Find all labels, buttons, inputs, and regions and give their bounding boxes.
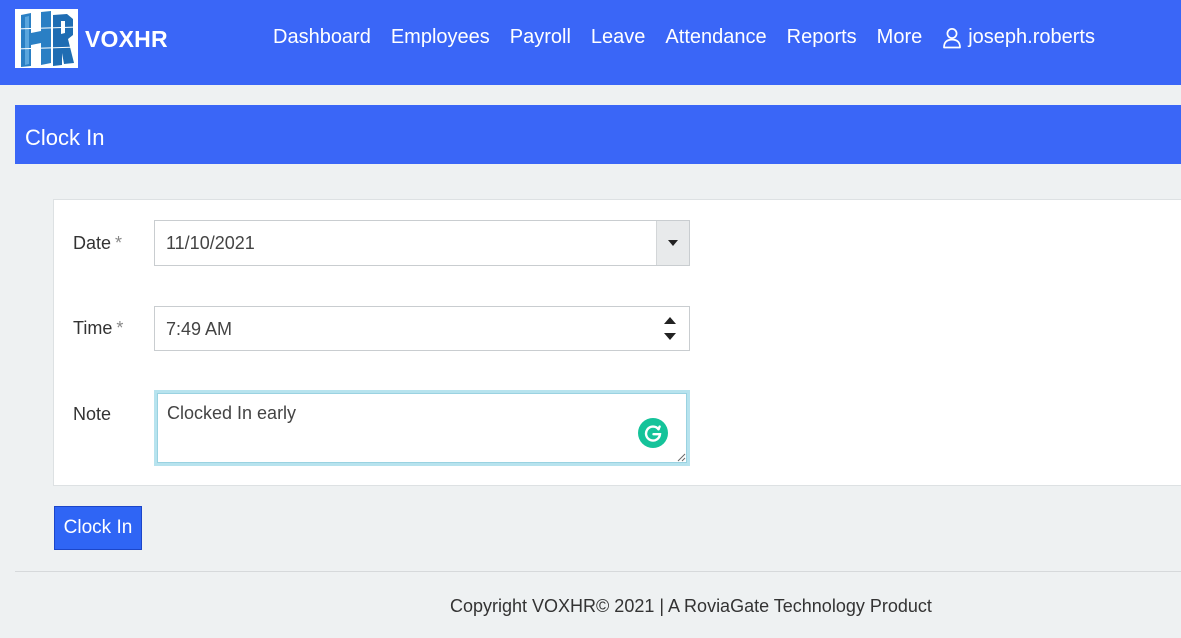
date-required-marker: * xyxy=(115,233,123,253)
date-label: Date * xyxy=(73,233,122,254)
panel-header: Clock In xyxy=(15,105,1181,164)
voxhr-logo[interactable] xyxy=(15,9,78,68)
nav-item-dashboard[interactable]: Dashboard xyxy=(273,26,371,49)
grammarly-icon xyxy=(644,425,662,442)
time-required-marker: * xyxy=(116,318,124,338)
time-spinner[interactable] xyxy=(663,316,677,342)
clock-in-form: Date * 11/10/2021 Time * 7:49 AM Note Cloc… xyxy=(53,199,1181,486)
time-field[interactable]: 7:49 AM xyxy=(154,306,690,351)
footer-divider xyxy=(15,571,1181,572)
main-nav: Dashboard Employees Payroll Leave Attend… xyxy=(273,26,1095,49)
note-label: Note xyxy=(73,404,111,425)
user-menu[interactable]: joseph.roberts xyxy=(942,26,1095,49)
time-label-text: Time xyxy=(73,318,113,338)
page-title: Clock In xyxy=(25,125,105,150)
top-navbar: VOXHR Dashboard Employees Payroll Leave … xyxy=(0,0,1181,85)
nav-item-more[interactable]: More xyxy=(877,26,923,49)
nav-item-reports[interactable]: Reports xyxy=(787,26,857,49)
brand-name[interactable]: VOXHR xyxy=(85,26,168,53)
spinner-arrows-icon xyxy=(664,317,676,340)
nav-item-employees[interactable]: Employees xyxy=(391,26,490,49)
resize-handle-icon[interactable] xyxy=(676,452,686,462)
time-value: 7:49 AM xyxy=(166,319,233,339)
caret-down-icon xyxy=(668,240,678,246)
date-value: 11/10/2021 xyxy=(166,233,255,253)
nav-item-leave[interactable]: Leave xyxy=(591,26,646,49)
footer-copyright: Copyright VOXHR© 2021 | A RoviaGate Tech… xyxy=(450,596,932,616)
note-textarea[interactable]: Clocked In early xyxy=(154,390,690,466)
logo-graphic xyxy=(15,9,78,68)
grammarly-button[interactable] xyxy=(638,418,668,448)
user-icon xyxy=(943,27,962,48)
nav-item-attendance[interactable]: Attendance xyxy=(665,26,766,49)
time-label: Time * xyxy=(73,318,123,339)
user-name: joseph.roberts xyxy=(968,26,1095,48)
nav-item-payroll[interactable]: Payroll xyxy=(510,26,571,49)
date-label-text: Date xyxy=(73,233,112,253)
note-value: Clocked In early xyxy=(167,403,297,423)
note-label-text: Note xyxy=(73,404,112,424)
date-dropdown-button[interactable] xyxy=(656,221,689,265)
date-field[interactable]: 11/10/2021 xyxy=(154,220,690,266)
clock-in-button[interactable]: Clock In xyxy=(54,506,142,550)
